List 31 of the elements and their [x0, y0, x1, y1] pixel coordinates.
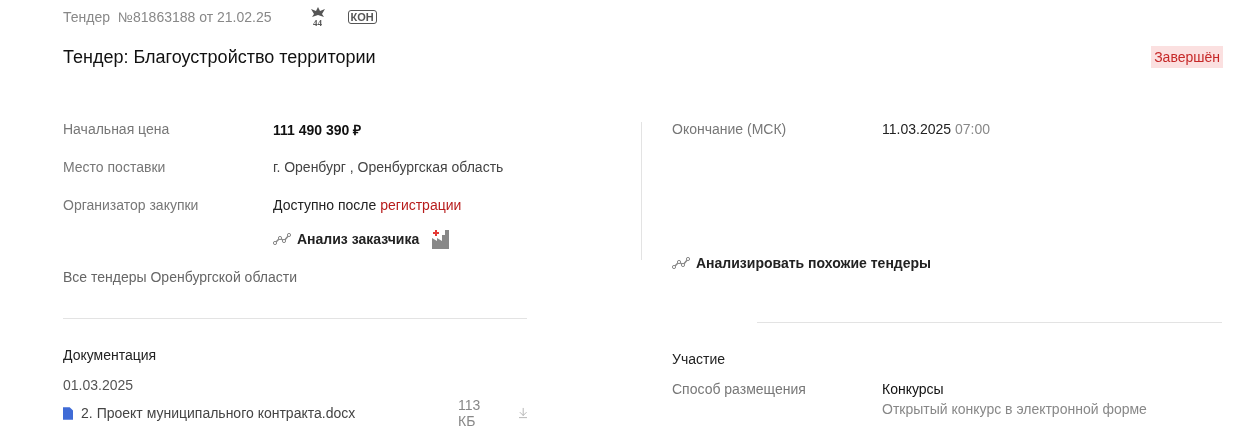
document-name[interactable]: 2. Проект муниципального контракта.docx: [81, 405, 451, 421]
chart-line-icon: [672, 257, 690, 269]
similar-tenders-link[interactable]: Анализировать похожие тендеры: [672, 255, 932, 271]
customer-analysis-link[interactable]: Анализ заказчика: [273, 231, 420, 247]
field-label: Организатор закупки: [63, 197, 200, 213]
field-value: Доступно после: [273, 197, 377, 213]
field-value: г. Оренбург , Оренбургская область: [273, 159, 504, 175]
price-value: 111 490 390 ₽: [273, 120, 362, 139]
placement-method: Конкурсы: [882, 381, 945, 397]
document-date: 01.03.2025: [63, 377, 135, 393]
placement-detail: Открытый конкурс в электронной форме: [882, 401, 1147, 417]
end-date: 11.03.2025: [882, 121, 952, 137]
field-label: Окончание (МСК): [672, 121, 788, 137]
section-title: Документация: [63, 347, 158, 363]
registration-link[interactable]: регистрации: [380, 197, 462, 213]
tender-label: Тендер: [63, 9, 111, 25]
procedure-badge: КОН: [347, 10, 377, 24]
document-icon: [63, 405, 74, 421]
field-label: Место поставки: [63, 159, 167, 175]
chart-line-icon: [273, 233, 291, 245]
section-title: Участие: [672, 351, 726, 367]
download-icon[interactable]: [518, 407, 527, 419]
region-tenders-link[interactable]: Все тендеры Оренбургской области: [63, 269, 297, 285]
field-label: Способ размещения: [672, 381, 807, 397]
tender-number: №81863188 от 21.02.25: [118, 9, 272, 25]
field-label: Начальная цена: [63, 121, 171, 137]
file-size: 113 КБ: [458, 397, 482, 429]
tender-title: Тендер: Благоустройство территории: [63, 46, 376, 68]
end-time: 07:00: [954, 121, 990, 137]
status-badge: Завершён: [1151, 46, 1223, 68]
factory-icon: [431, 229, 452, 249]
